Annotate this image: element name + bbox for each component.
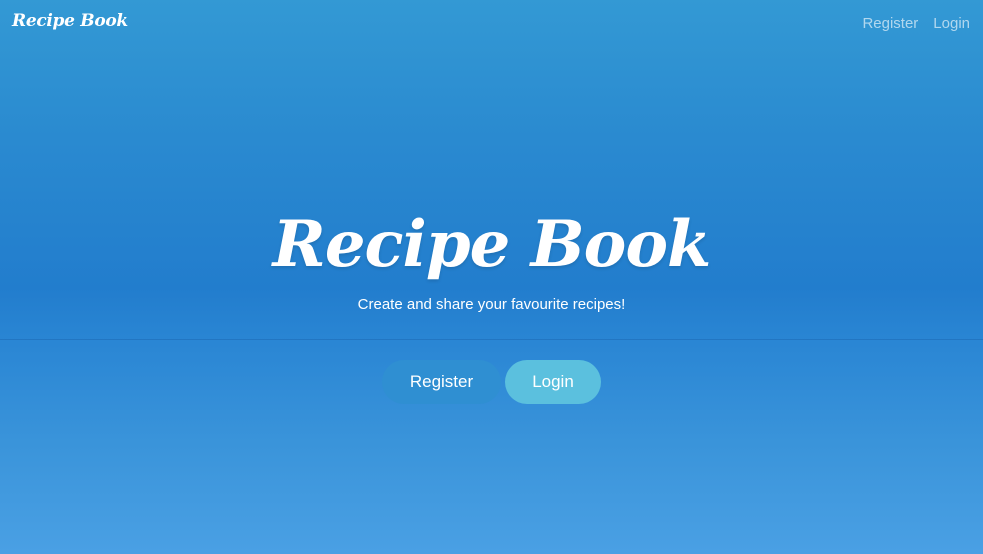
login-button[interactable]: Login xyxy=(505,360,601,404)
hero-section: Recipe Book Create and share your favour… xyxy=(0,200,983,313)
hero-subtitle: Create and share your favourite recipes! xyxy=(357,296,626,313)
hero-title: Recipe Book xyxy=(272,207,712,282)
navbar: Recipe Book Register Login xyxy=(0,0,983,48)
nav-register-link[interactable]: Register xyxy=(862,15,918,32)
nav-links: Register Login xyxy=(862,15,970,32)
hero-divider xyxy=(0,339,983,340)
hero-buttons: Register Login xyxy=(0,360,983,404)
nav-login-link[interactable]: Login xyxy=(933,15,970,32)
brand-logo-link[interactable]: Recipe Book xyxy=(12,11,128,31)
register-button[interactable]: Register xyxy=(382,360,501,404)
